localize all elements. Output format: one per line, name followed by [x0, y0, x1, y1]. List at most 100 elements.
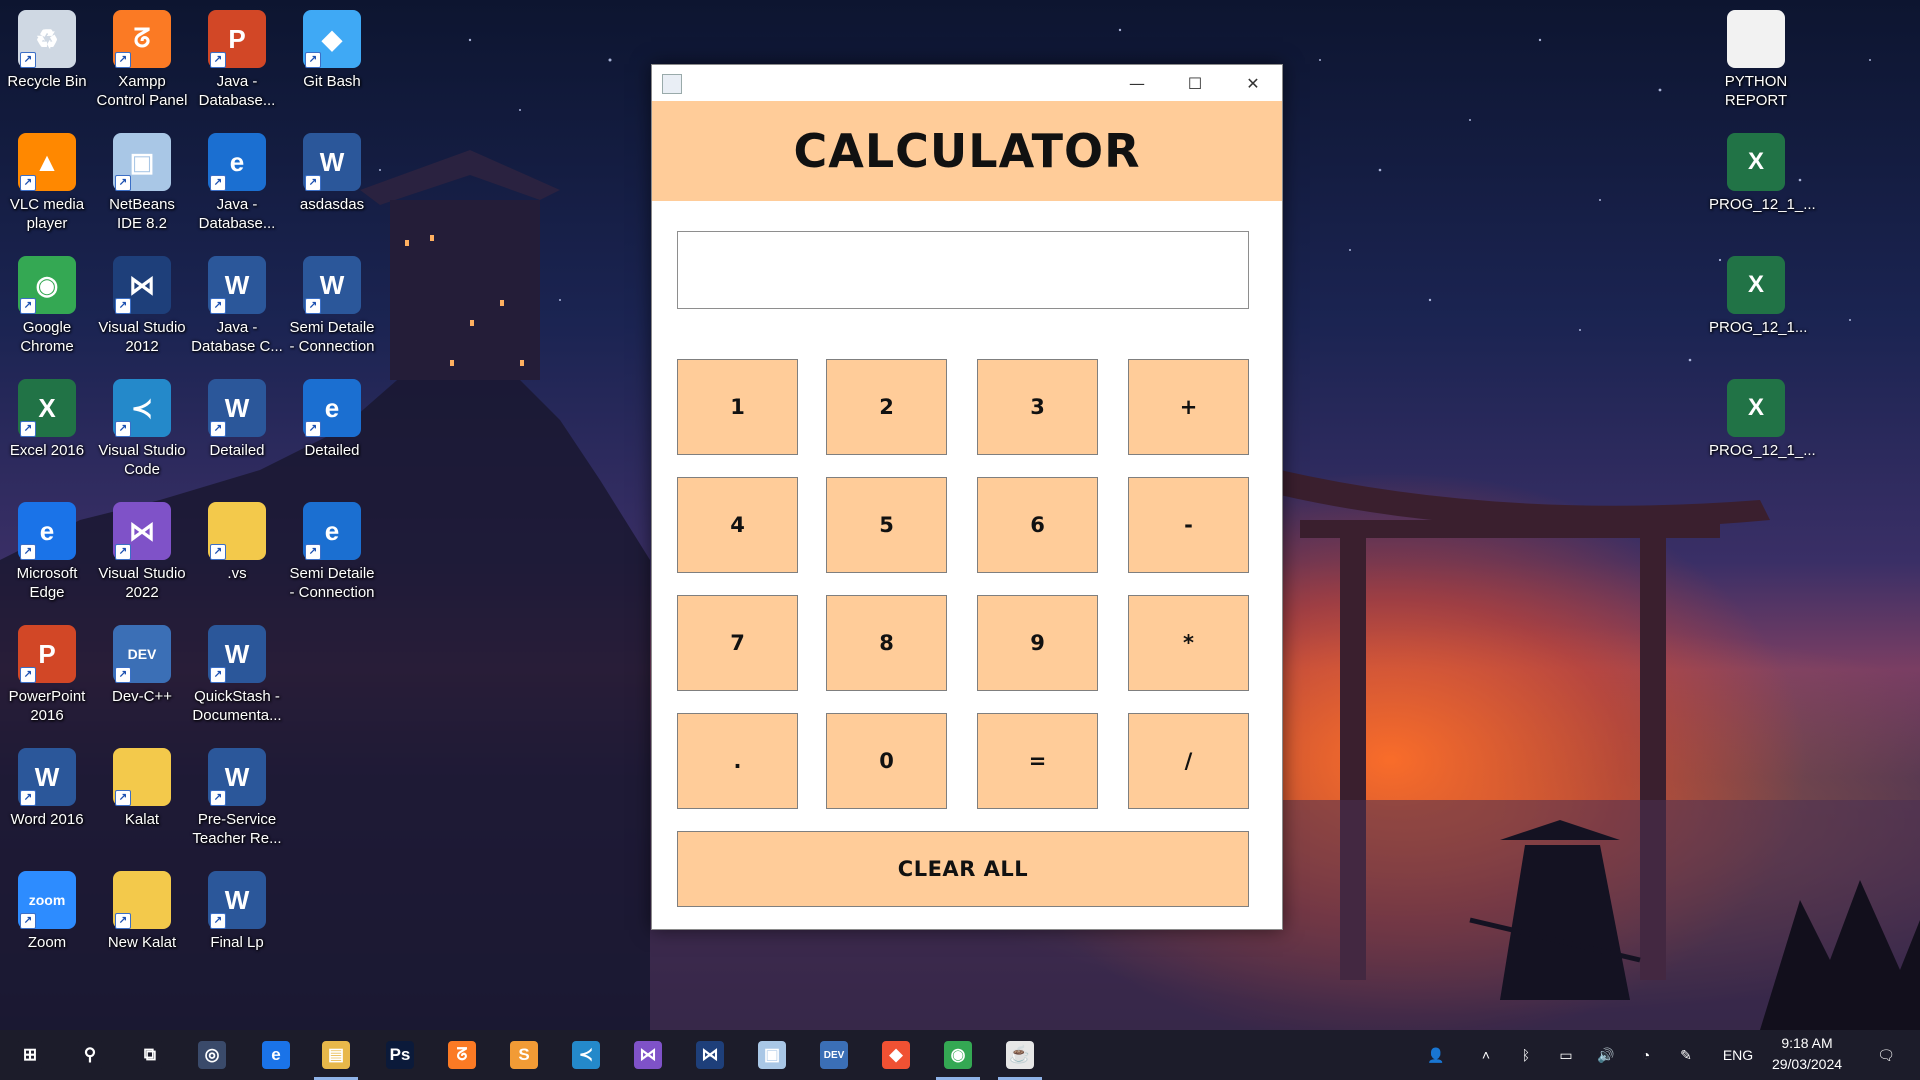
- desktop-icon-label: Visual Studio Code: [98, 442, 186, 478]
- desktop-icon-label: Pre-Service Teacher Re...: [192, 811, 282, 847]
- taskbar-button[interactable]: ◆: [866, 1030, 926, 1080]
- desktop-icon-label: QuickStash - Documenta...: [192, 688, 282, 724]
- desktop-icon[interactable]: W ↗ Final Lp: [190, 865, 284, 952]
- desktop-icon[interactable]: ≺ ↗ Visual Studio Code: [95, 373, 189, 479]
- minimize-button[interactable]: —: [1108, 65, 1166, 101]
- shortcut-arrow-icon: ↗: [115, 913, 131, 929]
- maximize-button[interactable]: ☐: [1166, 65, 1224, 101]
- taskbar-button[interactable]: ☕: [990, 1030, 1050, 1080]
- taskbar-button[interactable]: ⋈: [618, 1030, 678, 1080]
- desktop-icon[interactable]: W ↗ Pre-Service Teacher Re...: [190, 742, 284, 848]
- taskbar-button[interactable]: ᘔ: [432, 1030, 492, 1080]
- calculator-display[interactable]: [677, 231, 1249, 309]
- bluetooth-icon[interactable]: ᛒ: [1508, 1030, 1544, 1080]
- desktop-icon[interactable]: e ↗ Detailed: [285, 373, 379, 460]
- taskbar-button[interactable]: ⊞: [0, 1030, 60, 1080]
- key-digit-0-button[interactable]: 0: [826, 713, 947, 809]
- key-multiply-button[interactable]: *: [1128, 595, 1249, 691]
- show-hidden-icons-chevron-icon[interactable]: ˄: [1468, 1030, 1504, 1080]
- desktop-icon[interactable]: e ↗ Java - Database...: [190, 127, 284, 233]
- desktop-icon[interactable]: W ↗ asdasdas: [285, 127, 379, 214]
- desktop-icon[interactable]: W ↗ Word 2016: [0, 742, 94, 829]
- desktop-icon[interactable]: ▲ ↗ VLC media player: [0, 127, 94, 233]
- visual-studio-2012-icon: ⋈ ↗: [113, 256, 171, 314]
- clear-all-button[interactable]: CLEAR ALL: [677, 831, 1249, 907]
- desktop-icon[interactable]: W ↗ Detailed: [190, 373, 284, 460]
- key-digit-2-button[interactable]: 2: [826, 359, 947, 455]
- pen-icon[interactable]: ✎: [1668, 1030, 1704, 1080]
- key-digit-6-button[interactable]: 6: [977, 477, 1098, 573]
- desktop-icon[interactable]: X PROG_12_1...: [1709, 250, 1808, 337]
- edge-icon: e: [262, 1041, 290, 1069]
- close-button[interactable]: ✕: [1224, 65, 1282, 101]
- desktop-icon[interactable]: W ↗ Java - Database C...: [190, 250, 284, 356]
- taskbar-button[interactable]: e: [246, 1030, 306, 1080]
- desktop-icon[interactable]: W ↗ Semi Detaile - Connection: [285, 250, 379, 356]
- taskbar-button[interactable]: ⧉: [120, 1030, 180, 1080]
- desktop-icon-label: Detailed: [209, 442, 265, 459]
- key-plus-button[interactable]: +: [1128, 359, 1249, 455]
- desktop-icon-label: .vs: [227, 565, 247, 582]
- desktop-icon[interactable]: ◆ ↗ Git Bash: [285, 4, 379, 91]
- desktop-icon[interactable]: ᘔ ↗ Xampp Control Panel: [95, 4, 189, 110]
- key-digit-3-button[interactable]: 3: [977, 359, 1098, 455]
- key-digit-4-button[interactable]: 4: [677, 477, 798, 573]
- taskbar-button[interactable]: Ps: [370, 1030, 430, 1080]
- volume-icon[interactable]: 🔊: [1588, 1030, 1624, 1080]
- key-digit-1-button[interactable]: 1: [677, 359, 798, 455]
- desktop-icon[interactable]: ↗ .vs: [190, 496, 284, 583]
- key-divide-button[interactable]: /: [1128, 713, 1249, 809]
- shortcut-arrow-icon: ↗: [115, 421, 131, 437]
- notifications-icon[interactable]: 🗨: [1864, 1030, 1908, 1080]
- desktop-icon-label: PROG_12_1...: [1709, 319, 1808, 336]
- desktop-icon[interactable]: ♻ ↗ Recycle Bin: [0, 4, 94, 91]
- desktop-icon[interactable]: W ↗ QuickStash - Documenta...: [190, 619, 284, 725]
- window-title-bar[interactable]: — ☐ ✕: [652, 65, 1282, 101]
- people-icon[interactable]: 👤: [1416, 1030, 1456, 1080]
- key-equals-button[interactable]: =: [977, 713, 1098, 809]
- taskbar-button[interactable]: ⚲: [60, 1030, 120, 1080]
- desktop-icon[interactable]: e ↗ Microsoft Edge: [0, 496, 94, 602]
- taskbar-button[interactable]: ≺: [556, 1030, 616, 1080]
- vlc-icon: ▲ ↗: [18, 133, 76, 191]
- key-minus-button[interactable]: -: [1128, 477, 1249, 573]
- desktop-icon[interactable]: ⋈ ↗ Visual Studio 2022: [95, 496, 189, 602]
- search-icon: ⚲: [76, 1041, 104, 1069]
- desktop-icon[interactable]: X PROG_12_1_...: [1709, 127, 1816, 214]
- wifi-icon[interactable]: ◔: [1628, 1030, 1664, 1080]
- visual-studio-2022-icon: ⋈: [634, 1041, 662, 1069]
- key-decimal-point-button[interactable]: .: [677, 713, 798, 809]
- desktop-icon[interactable]: P ↗ PowerPoint 2016: [0, 619, 94, 725]
- battery-icon[interactable]: ▭: [1548, 1030, 1584, 1080]
- desktop-icon[interactable]: DEV ↗ Dev-C++: [95, 619, 189, 706]
- taskbar-button[interactable]: ▤: [306, 1030, 366, 1080]
- taskbar-button[interactable]: S: [494, 1030, 554, 1080]
- taskbar-button[interactable]: ◎: [182, 1030, 242, 1080]
- desktop-icon[interactable]: ◉ ↗ Google Chrome: [0, 250, 94, 356]
- desktop-icon[interactable]: ▣ ↗ NetBeans IDE 8.2: [95, 127, 189, 233]
- taskbar-button[interactable]: ▣: [742, 1030, 802, 1080]
- desktop-icon[interactable]: zoom ↗ Zoom: [0, 865, 94, 952]
- maximize-icon: ☐: [1187, 73, 1203, 93]
- taskbar-button[interactable]: ◉: [928, 1030, 988, 1080]
- key-digit-9-button[interactable]: 9: [977, 595, 1098, 691]
- language-indicator[interactable]: ENG: [1716, 1030, 1760, 1080]
- key-digit-8-button[interactable]: 8: [826, 595, 947, 691]
- key-digit-5-button[interactable]: 5: [826, 477, 947, 573]
- key-digit-7-button[interactable]: 7: [677, 595, 798, 691]
- desktop-icon-label: PYTHON REPORT: [1724, 73, 1788, 109]
- word-icon: W ↗: [18, 748, 76, 806]
- desktop-icon[interactable]: X PROG_12_1_...: [1709, 373, 1816, 460]
- taskbar-button[interactable]: DEV: [804, 1030, 864, 1080]
- desktop-icon[interactable]: P ↗ Java - Database...: [190, 4, 284, 110]
- desktop-icon[interactable]: ⋈ ↗ Visual Studio 2012: [95, 250, 189, 356]
- desktop-icon-label: Java - Database C...: [191, 319, 283, 355]
- word-doc-icon: W ↗: [303, 256, 361, 314]
- clock[interactable]: 9:18 AM 29/03/2024: [1762, 1033, 1852, 1075]
- desktop-icon[interactable]: PYTHON REPORT: [1709, 4, 1803, 110]
- desktop-icon[interactable]: X ↗ Excel 2016: [0, 373, 94, 460]
- taskbar-button[interactable]: ⋈: [680, 1030, 740, 1080]
- desktop-icon[interactable]: ↗ Kalat: [95, 742, 189, 829]
- desktop-icon[interactable]: e ↗ Semi Detaile - Connection: [285, 496, 379, 602]
- desktop-icon[interactable]: ↗ New Kalat: [95, 865, 189, 952]
